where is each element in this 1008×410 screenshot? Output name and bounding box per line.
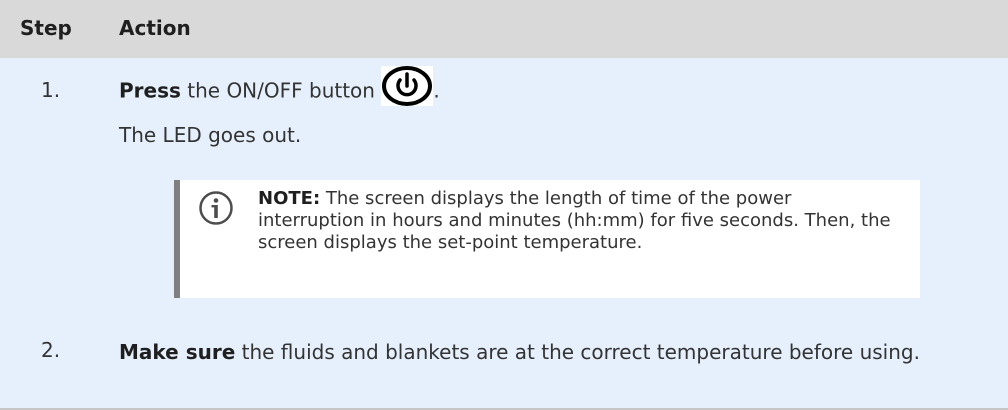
step-1-period: . [433, 78, 440, 103]
info-icon [198, 190, 234, 226]
note-label: NOTE: [258, 188, 321, 209]
note-box: NOTE: The screen displays the length of … [174, 180, 920, 298]
step-number: 1. [41, 78, 61, 102]
table-header-row: Step Action [0, 0, 1008, 59]
step-1-verb: Press [119, 78, 181, 103]
header-step: Step [20, 16, 72, 40]
note-body: The screen displays the length of time o… [258, 188, 891, 253]
step-number: 2. [41, 338, 61, 362]
note-text: NOTE: The screen displays the length of … [258, 188, 898, 254]
step-1-instruction: Press the ON/OFF button . [119, 66, 440, 106]
table-row-step-2: 2. Make sure the fluids and blankets are… [0, 318, 1008, 410]
header-action: Action [119, 16, 191, 40]
step-2-text: the fluids and blankets are at the corre… [235, 340, 920, 364]
table-row-note: NOTE: The screen displays the length of … [0, 160, 1008, 320]
step-1-text: the ON/OFF button [180, 78, 382, 103]
step-2-verb: Make sure [119, 340, 236, 364]
power-icon [381, 66, 434, 106]
step-1-result: The LED goes out. [119, 123, 302, 147]
step-2-instruction: Make sure the fluids and blankets are at… [119, 338, 939, 366]
table-row-step-1: 1. Press the ON/OFF button . The LED goe… [0, 58, 1008, 162]
